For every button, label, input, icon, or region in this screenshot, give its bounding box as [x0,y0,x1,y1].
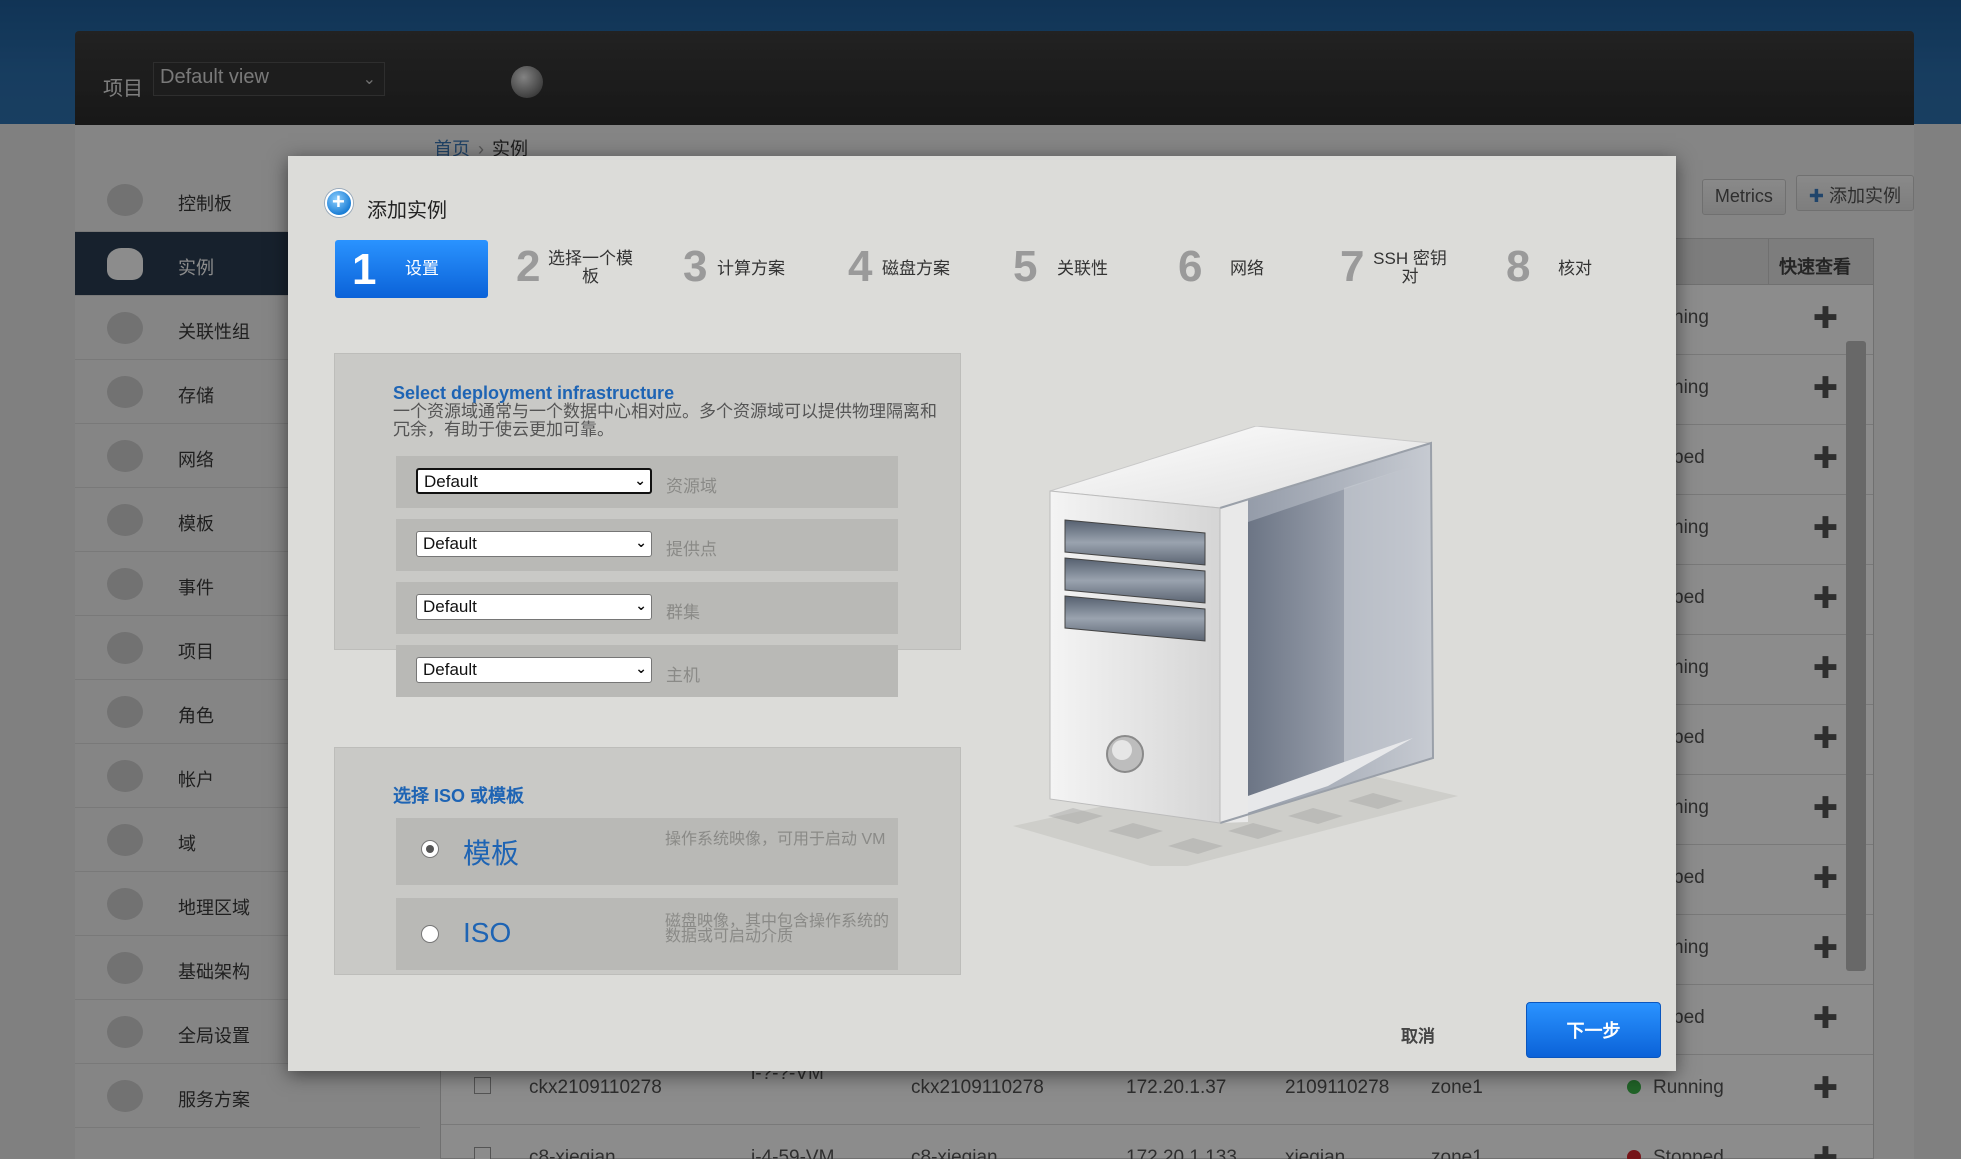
cluster-label: 群集 [666,603,700,622]
step-label: 计算方案 [717,259,785,278]
server-illustration-icon [1013,426,1458,866]
chevron-down-icon: ⌄ [635,534,647,550]
template-radio[interactable] [421,840,439,858]
step-number: 1 [352,245,377,294]
step-number: 5 [1013,242,1038,291]
wizard-step-3[interactable]: 3 计算方案 [683,240,813,298]
source-title: 选择 ISO 或模板 [393,786,525,806]
step-label: 网络 [1230,259,1264,278]
zone-field: Default ⌄ 资源域 [396,456,898,508]
iso-radio[interactable] [421,925,439,943]
wizard-step-8[interactable]: 8 核对 [1506,240,1636,298]
step-number: 6 [1178,242,1203,291]
chevron-down-icon: ⌄ [635,597,647,613]
infrastructure-panel: Select deployment infrastructure 一个资源域通常… [334,353,961,697]
template-option[interactable]: 模板 操作系统映像，可用于启动 VM [396,818,898,885]
step-number: 7 [1340,242,1365,291]
infrastructure-title: Select deployment infrastructure [393,383,675,403]
zone-label: 资源域 [666,477,717,496]
step-number: 2 [516,242,541,291]
source-panel: 选择 ISO 或模板 模板 操作系统映像，可用于启动 VM ISO 磁盘映像，其… [334,747,961,975]
pod-field: Default ⌄ 提供点 [396,519,898,571]
chevron-down-icon: ⌄ [634,472,646,488]
iso-option-title: ISO [463,917,512,948]
step-label: 设置 [405,259,439,278]
zone-select-value: Default [424,472,478,491]
wizard-step-6[interactable]: 6 网络 [1178,240,1308,298]
cluster-field: Default ⌄ 群集 [396,582,898,634]
zone-select[interactable]: Default ⌄ [416,468,652,494]
chevron-down-icon: ⌄ [635,660,647,676]
step-label: SSH 密钥对 [1373,249,1447,286]
template-option-title: 模板 [463,838,520,869]
wizard-step-1[interactable]: 1 设置 [335,240,488,298]
iso-option-desc: 磁盘映像，其中包含操作系统的数据或可启动介质 [665,913,890,945]
host-select-value: Default [423,660,477,679]
wizard-step-5[interactable]: 5 关联性 [1013,240,1143,298]
pod-label: 提供点 [666,540,717,559]
next-step-button[interactable]: 下一步 [1526,1002,1661,1058]
step-label: 关联性 [1057,259,1108,278]
step-label: 磁盘方案 [882,259,950,278]
wizard-step-2[interactable]: 2 选择一个模板 [516,240,646,298]
pod-select[interactable]: Default ⌄ [416,531,652,557]
add-instance-dialog: + 添加实例 1 设置 2 选择一个模板 3 计算方案 4 磁盘方案 5 关联性… [288,156,1676,1071]
step-number: 4 [848,242,873,291]
cancel-button[interactable]: 取消 [1401,1022,1435,1047]
dialog-title: 添加实例 [367,200,447,222]
add-circle-icon: + [325,189,353,217]
pod-select-value: Default [423,534,477,553]
wizard-step-7[interactable]: 7 SSH 密钥对 [1340,240,1470,298]
host-field: Default ⌄ 主机 [396,645,898,697]
cluster-select[interactable]: Default ⌄ [416,594,652,620]
cluster-select-value: Default [423,597,477,616]
infrastructure-description: 一个资源域通常与一个数据中心相对应。多个资源域可以提供物理隔离和冗余，有助于使云… [393,402,937,439]
step-number: 3 [683,242,708,291]
step-number: 8 [1506,242,1531,291]
host-select[interactable]: Default ⌄ [416,657,652,683]
template-option-desc: 操作系统映像，可用于启动 VM [665,831,886,848]
wizard-step-4[interactable]: 4 磁盘方案 [848,240,978,298]
step-label: 核对 [1558,259,1592,278]
iso-option[interactable]: ISO 磁盘映像，其中包含操作系统的数据或可启动介质 [396,898,898,970]
step-label: 选择一个模板 [548,249,633,286]
host-label: 主机 [666,666,700,685]
